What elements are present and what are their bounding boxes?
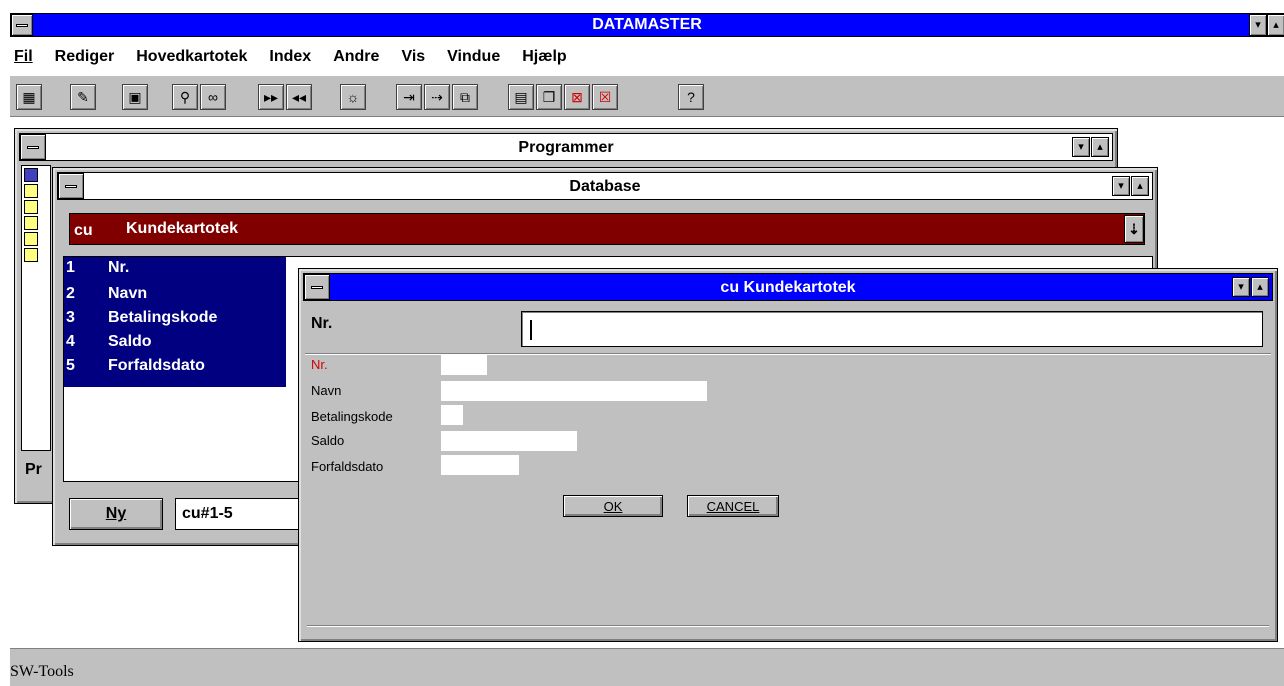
menu-index[interactable]: Index bbox=[269, 48, 311, 66]
range-input[interactable]: cu#1-5 bbox=[175, 498, 305, 530]
tile-icon[interactable]: ▤ bbox=[508, 84, 534, 110]
lightbulb-icon[interactable]: ☼ bbox=[340, 84, 366, 110]
menu-rediger[interactable]: Rediger bbox=[55, 48, 115, 66]
menu-fil[interactable]: Fil bbox=[14, 48, 33, 66]
status-bar: SW-Tools bbox=[10, 648, 1284, 686]
ok-button[interactable]: OK bbox=[563, 495, 663, 517]
programmer-content bbox=[21, 165, 51, 451]
form-input-navn[interactable] bbox=[441, 381, 707, 401]
form-input-saldo[interactable] bbox=[441, 431, 577, 451]
menu-vindue[interactable]: Vindue bbox=[447, 48, 500, 66]
field-list-item[interactable]: 2 Navn bbox=[66, 285, 147, 303]
view-icon[interactable]: ∞ bbox=[200, 84, 226, 110]
insert-record-icon[interactable]: ⇢ bbox=[424, 84, 450, 110]
programmer-title: Programmer bbox=[518, 139, 614, 156]
database-title-bar: Database ▾ ▴ bbox=[57, 172, 1153, 200]
programmer-footer-text: Pr bbox=[25, 461, 42, 478]
save-icon[interactable]: ▣ bbox=[122, 84, 148, 110]
database-title: Database bbox=[569, 178, 641, 195]
menu-hjaelp[interactable]: Hjælp bbox=[522, 48, 566, 66]
rewind-icon[interactable]: ◂◂ bbox=[286, 84, 312, 110]
menu-hovedkartotek[interactable]: Hovedkartotek bbox=[136, 48, 247, 66]
form-label-forfaldsdato: Forfaldsdato bbox=[311, 459, 384, 474]
close-window-icon[interactable]: ☒ bbox=[592, 84, 618, 110]
form-input-forfaldsdato[interactable] bbox=[441, 455, 519, 475]
dialog-key-input[interactable] bbox=[521, 311, 1263, 347]
dialog-maximize-button[interactable]: ▴ bbox=[1251, 277, 1269, 297]
app-title: DATAMASTER bbox=[592, 16, 702, 33]
form-label-saldo: Saldo bbox=[311, 433, 345, 448]
dialog-title: cu Kundekartotek bbox=[720, 279, 856, 296]
database-selector-name: Kundekartotek bbox=[126, 220, 239, 237]
dialog-title-bar: cu Kundekartotek ▾ ▴ bbox=[303, 273, 1273, 301]
programmer-maximize-button[interactable]: ▴ bbox=[1091, 137, 1109, 157]
delete-window-icon[interactable]: ⊠ bbox=[564, 84, 590, 110]
dialog-minimize-button[interactable]: ▾ bbox=[1232, 277, 1250, 297]
form-label-nr: Nr. bbox=[311, 357, 328, 372]
status-text: SW-Tools bbox=[10, 663, 74, 680]
app-title-bar: DATAMASTER ▾ ▴ bbox=[10, 13, 1284, 37]
text-cursor bbox=[530, 320, 532, 340]
program-icon[interactable] bbox=[24, 248, 38, 262]
record-dialog: cu Kundekartotek ▾ ▴ Nr. Nr. Navn Betali… bbox=[298, 268, 1278, 642]
dialog-inner-frame bbox=[307, 625, 1269, 627]
help-icon[interactable]: ? bbox=[678, 84, 704, 110]
programmer-title-bar: Programmer ▾ ▴ bbox=[19, 133, 1113, 161]
app-maximize-button[interactable]: ▴ bbox=[1267, 14, 1284, 36]
program-icon[interactable] bbox=[24, 216, 38, 230]
app-minimize-button[interactable]: ▾ bbox=[1249, 14, 1267, 36]
search-icon[interactable]: ⚲ bbox=[172, 84, 198, 110]
field-list-item[interactable]: 5 Forfaldsdato bbox=[66, 357, 205, 375]
menu-bar: Fil Rediger Hovedkartotek Index Andre Vi… bbox=[10, 37, 1284, 75]
copy-icon[interactable]: ⧉ bbox=[452, 84, 478, 110]
program-icon[interactable] bbox=[24, 232, 38, 246]
new-button[interactable]: Ny bbox=[69, 498, 163, 530]
form-label-navn: Navn bbox=[311, 383, 342, 398]
cascade-icon[interactable]: ❐ bbox=[536, 84, 562, 110]
edit-icon[interactable]: ✎ bbox=[70, 84, 96, 110]
fast-forward-icon[interactable]: ▸▸ bbox=[258, 84, 284, 110]
form-input-nr[interactable] bbox=[441, 355, 487, 375]
cancel-button[interactable]: CANCEL bbox=[687, 495, 779, 517]
form-input-betalingskode[interactable] bbox=[441, 405, 463, 425]
database-selector[interactable]: cu Kundekartotek ⇣ bbox=[69, 213, 1145, 245]
menu-vis[interactable]: Vis bbox=[401, 48, 425, 66]
calculator-icon[interactable]: ▦ bbox=[16, 84, 42, 110]
insert-icon[interactable]: ⇥ bbox=[396, 84, 422, 110]
database-selector-code: cu bbox=[74, 222, 93, 239]
dialog-key-label: Nr. bbox=[311, 315, 333, 332]
programmer-minimize-button[interactable]: ▾ bbox=[1072, 137, 1090, 157]
program-icon[interactable] bbox=[24, 184, 38, 198]
field-list-item[interactable]: 1 Nr. bbox=[66, 259, 129, 277]
chevron-down-icon[interactable]: ⇣ bbox=[1124, 215, 1144, 243]
field-list-item[interactable]: 3 Betalingskode bbox=[66, 309, 217, 327]
field-list-item[interactable]: 4 Saldo bbox=[66, 333, 152, 351]
program-icon[interactable] bbox=[24, 200, 38, 214]
program-icon[interactable] bbox=[24, 168, 38, 182]
menu-andre[interactable]: Andre bbox=[333, 48, 379, 66]
database-maximize-button[interactable]: ▴ bbox=[1131, 176, 1149, 196]
form-label-betalingskode: Betalingskode bbox=[311, 409, 393, 424]
database-minimize-button[interactable]: ▾ bbox=[1112, 176, 1130, 196]
toolbar: ▦ ✎ ▣ ⚲ ∞ ▸▸ ◂◂ ☼ ⇥ ⇢ ⧉ ▤ ❐ ⊠ ☒ ? bbox=[10, 75, 1284, 117]
